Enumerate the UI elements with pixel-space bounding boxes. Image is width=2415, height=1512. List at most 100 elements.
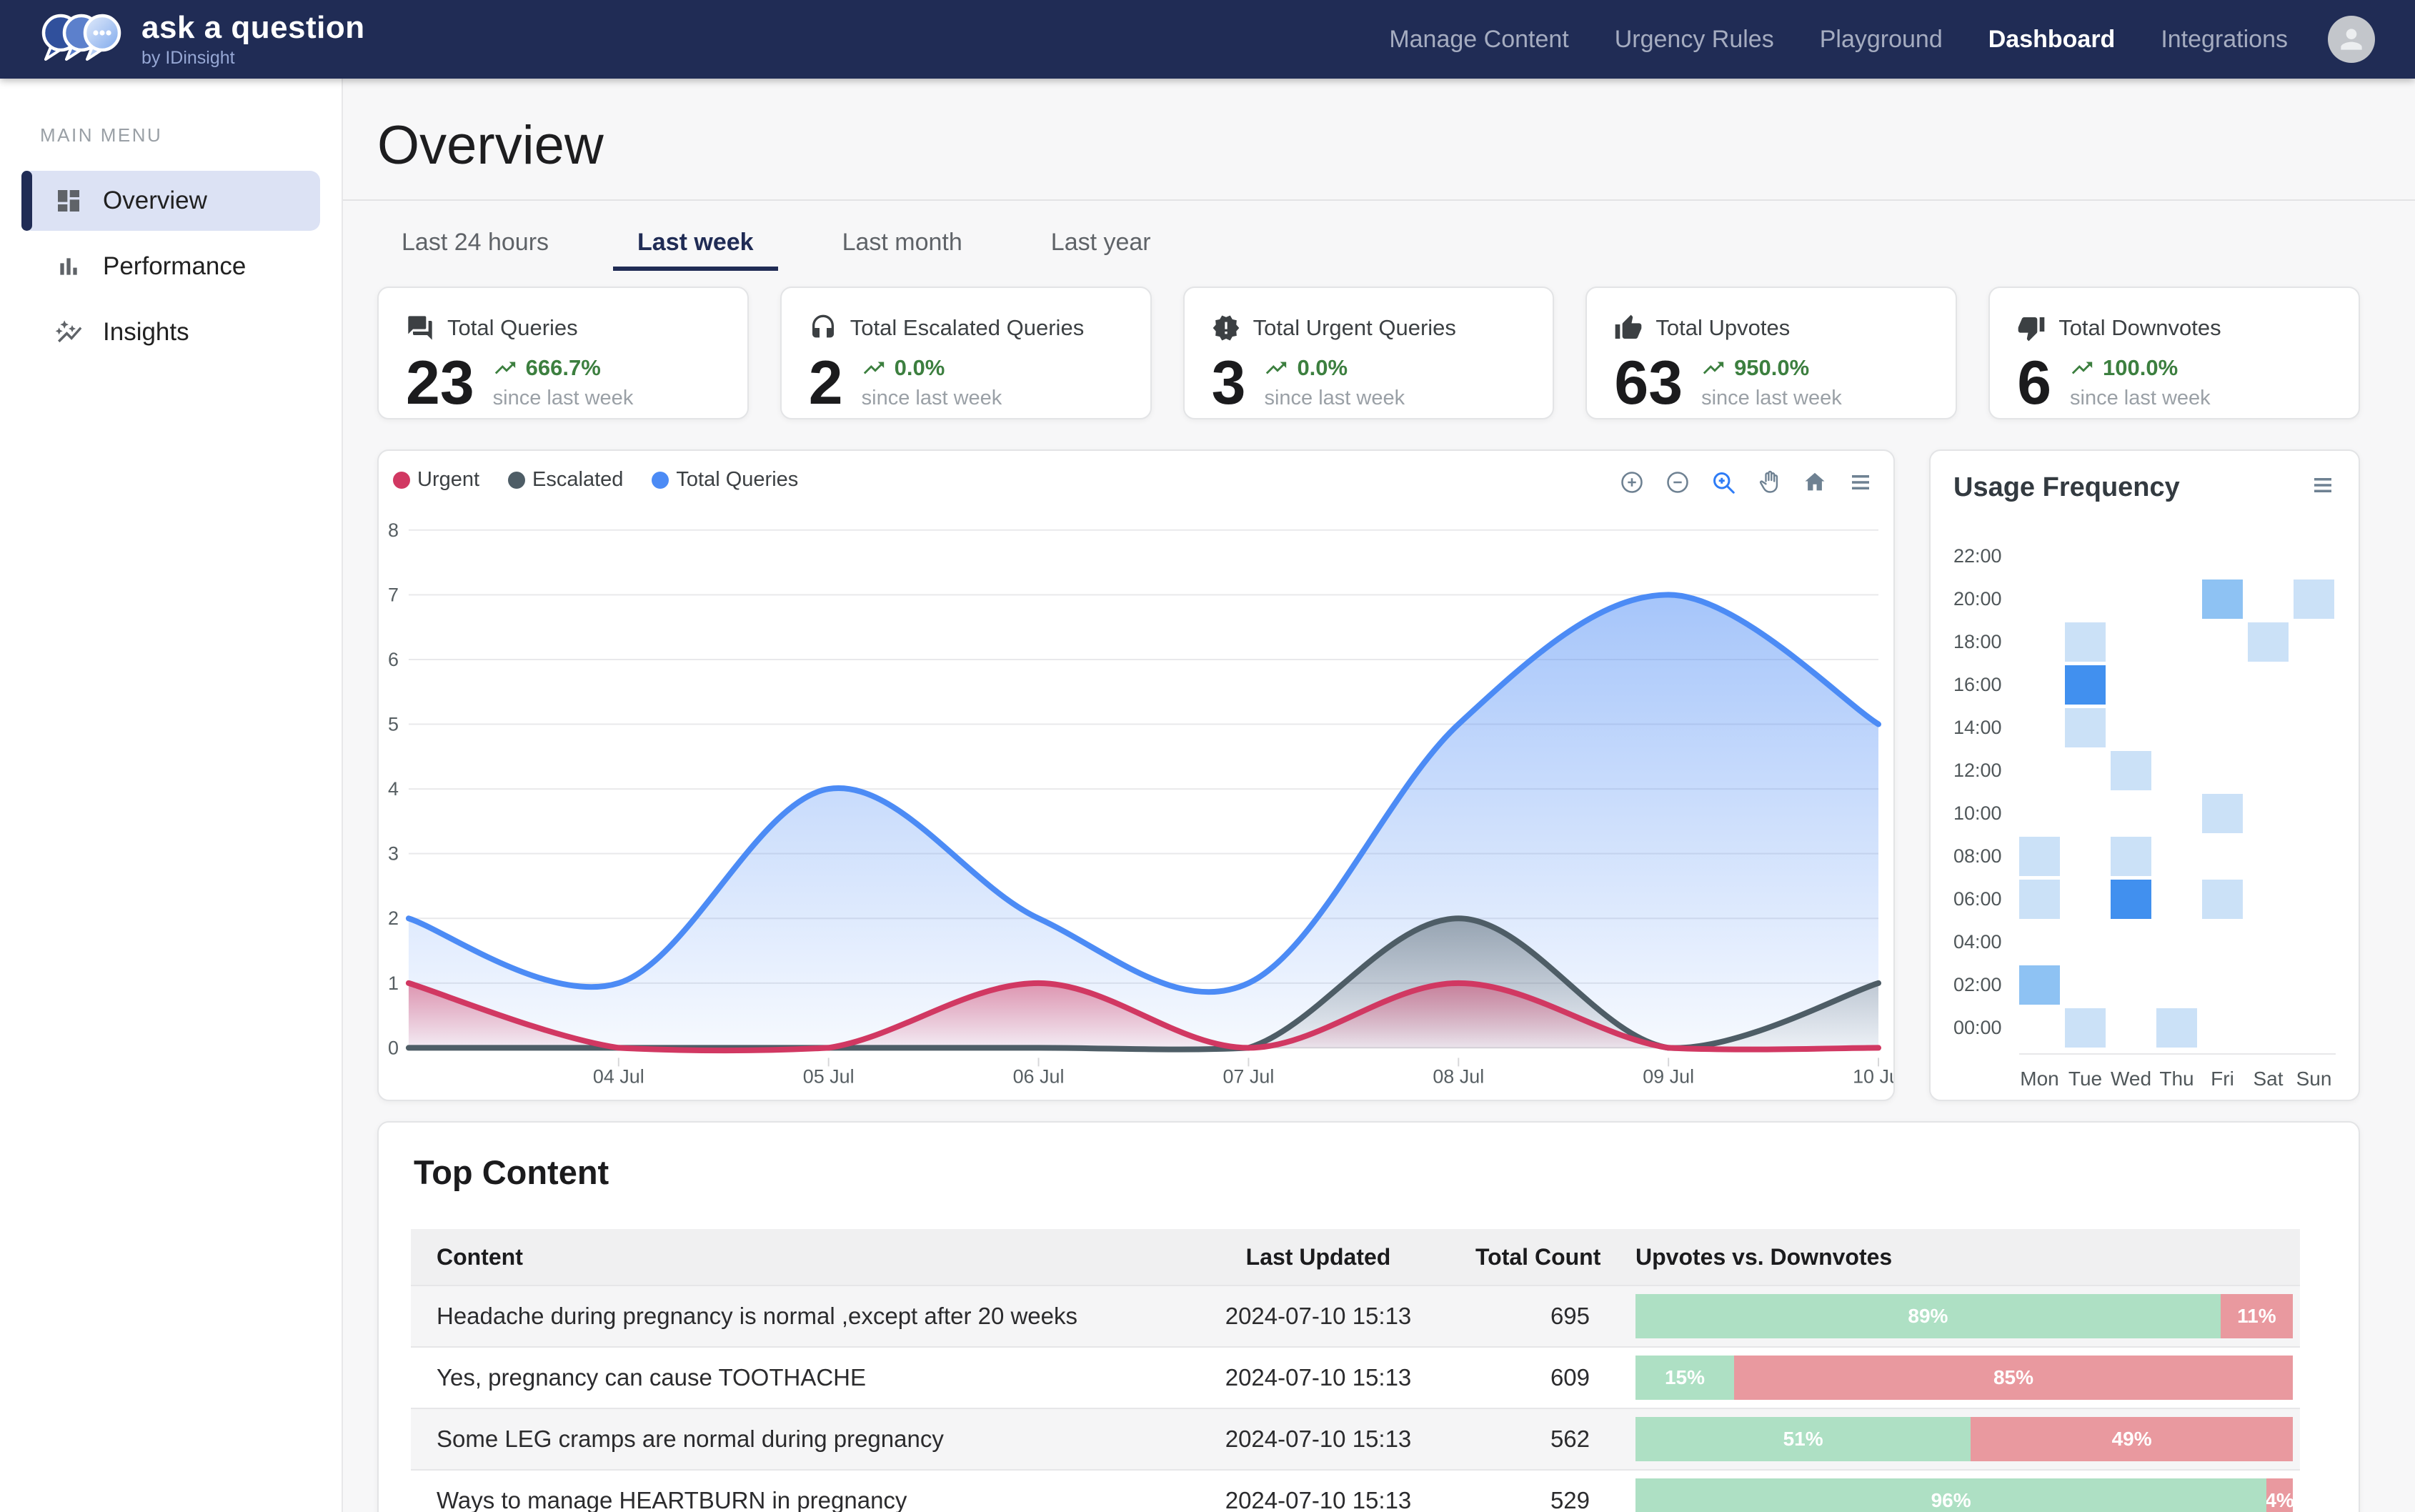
heatmap-cell [2248,622,2289,662]
time-range-tabs: Last 24 hours Last week Last month Last yea… [377,218,2415,271]
stat-change: 100.0% [2103,355,2178,381]
heatmap-cell [2248,537,2289,576]
heatmap-row: 18:00 [1953,620,2336,663]
nav-item-urgency-rules[interactable]: Urgency Rules [1615,26,1774,54]
usage-heatmap: 22:0020:0018:0016:0014:0012:0010:0008:00… [1953,534,2336,1090]
heatmap-cell [2019,965,2060,1005]
sidebar: MAIN MENU Overview Performance Insights [0,79,343,1512]
toolbar-zoom-out-icon[interactable] [1665,469,1690,495]
tab-last-month[interactable]: Last month [818,218,987,271]
svg-text:4: 4 [388,778,399,800]
main-content: Overview Last 24 hoursLast weekLast mont… [343,79,2415,1512]
heatmap-cell [2248,880,2289,919]
brand-title: ask a question [141,10,365,46]
usage-menu-button[interactable] [2310,472,2336,498]
toolbar-menu-icon[interactable] [1848,469,1873,495]
legend-item-escalated[interactable]: Escalated [508,468,623,492]
trend-up-icon [1264,356,1288,380]
heatmap-cell [2294,880,2334,919]
trend-up-icon [493,356,517,380]
trend-up-icon [2070,356,2094,380]
toolbar-pan-icon[interactable] [1756,469,1782,495]
heatmap-row: 04:00 [1953,920,2336,963]
heatmap-time-label: 08:00 [1953,845,2019,867]
cell-total-count: 695 [1454,1303,1625,1330]
brand[interactable]: ask a question by IDinsight [40,6,365,72]
heatmap-cell [2156,665,2197,705]
stat-label: Total Upvotes [1655,315,1790,341]
sidebar-item-overview[interactable]: Overview [21,171,320,231]
nav-item-playground[interactable]: Playground [1820,26,1943,54]
heatmap-cell [2156,922,2197,962]
heatmap-cell [2111,880,2151,919]
stat-label: Total Queries [447,315,578,341]
heatmap-cell [2156,537,2197,576]
legend-label: Urgent [417,468,479,492]
stat-change: 950.0% [1734,355,1809,381]
heatmap-row: 08:00 [1953,835,2336,877]
heatmap-cell [2065,708,2106,747]
heatmap-time-label: 10:00 [1953,802,2019,825]
heatmap-cell [2065,537,2106,576]
nav-item-integrations[interactable]: Integrations [2161,26,2288,54]
heatmap-cell [2294,794,2334,833]
stat-label: Total Downvotes [2058,315,2221,341]
heatmap-cell [2248,751,2289,790]
user-icon [2336,24,2367,55]
heatmap-cell [2202,965,2243,1005]
legend-label: Total Queries [676,468,798,492]
heatmap-row: 20:00 [1953,577,2336,620]
menu-icon [2310,472,2336,498]
dashboard-icon [54,186,83,215]
cell-total-count: 529 [1454,1487,1625,1512]
table-row: Some LEG cramps are normal during pregna… [411,1408,2300,1469]
stat-card-total-urgent-queries: Total Urgent Queries30.0%since last week [1183,287,1555,419]
queries-area-chart[interactable]: 01234567804 Jul05 Jul06 Jul07 Jul08 Jul0… [379,451,1893,1101]
sidebar-item-label: Performance [103,252,246,281]
nav-item-dashboard[interactable]: Dashboard [1988,26,2116,54]
upvote-segment: 96% [1635,1478,2266,1512]
nav-item-manage-content[interactable]: Manage Content [1389,26,1568,54]
usage-frequency-title: Usage Frequency [1953,472,2180,503]
heatmap-cell [2202,1008,2243,1048]
heatmap-day-labels: MonTueWedThuFriSatSun [2019,1053,2336,1090]
stat-card-total-escalated-queries: Total Escalated Queries20.0%since last w… [780,287,1152,419]
heatmap-cell [2065,965,2106,1005]
legend-item-urgent[interactable]: Urgent [393,468,479,492]
heatmap-cell [2065,922,2106,962]
legend-item-total-queries[interactable]: Total Queries [652,468,798,492]
sidebar-item-insights[interactable]: Insights [21,302,320,362]
heatmap-cell [2294,1008,2334,1048]
sidebar-section-label: MAIN MENU [40,124,342,146]
toolbar-home-icon[interactable] [1802,469,1828,495]
heatmap-row: 16:00 [1953,663,2336,706]
heatmap-cell [2019,751,2060,790]
heatmap-cell [2065,837,2106,876]
zoom-out-icon [1665,469,1690,495]
sidebar-item-performance[interactable]: Performance [21,237,320,297]
heatmap-day-label: Mon [2019,1068,2060,1090]
heatmap-cell [2156,794,2197,833]
heatmap-day-label: Sat [2248,1068,2289,1090]
heatmap-cell [2019,837,2060,876]
upvote-segment: 89% [1635,1294,2221,1338]
sidebar-item-label: Overview [103,186,207,215]
upvote-downvote-bar: 89%11% [1635,1294,2293,1338]
cell-content: Some LEG cramps are normal during pregna… [411,1426,1182,1453]
toolbar-selection-zoom-icon[interactable] [1711,469,1736,495]
top-content-table: ContentLast UpdatedTotal CountUpvotes vs… [411,1229,2300,1512]
menu-icon [1848,469,1873,495]
thumb-down-icon [2017,314,2046,342]
tab-last-year[interactable]: Last year [1027,218,1175,271]
heatmap-row: 22:00 [1953,534,2336,577]
heatmap-cell [2019,665,2060,705]
heatmap-time-label: 20:00 [1953,588,2019,610]
tab-last-week[interactable]: Last week [613,218,778,271]
user-avatar[interactable] [2328,16,2375,63]
heatmap-time-label: 04:00 [1953,931,2019,953]
headset-icon [809,314,837,342]
toolbar-zoom-in-icon[interactable] [1619,469,1645,495]
heatmap-cell [2065,622,2106,662]
tab-last-24-hours[interactable]: Last 24 hours [377,218,573,271]
svg-text:08 Jul: 08 Jul [1433,1065,1484,1087]
